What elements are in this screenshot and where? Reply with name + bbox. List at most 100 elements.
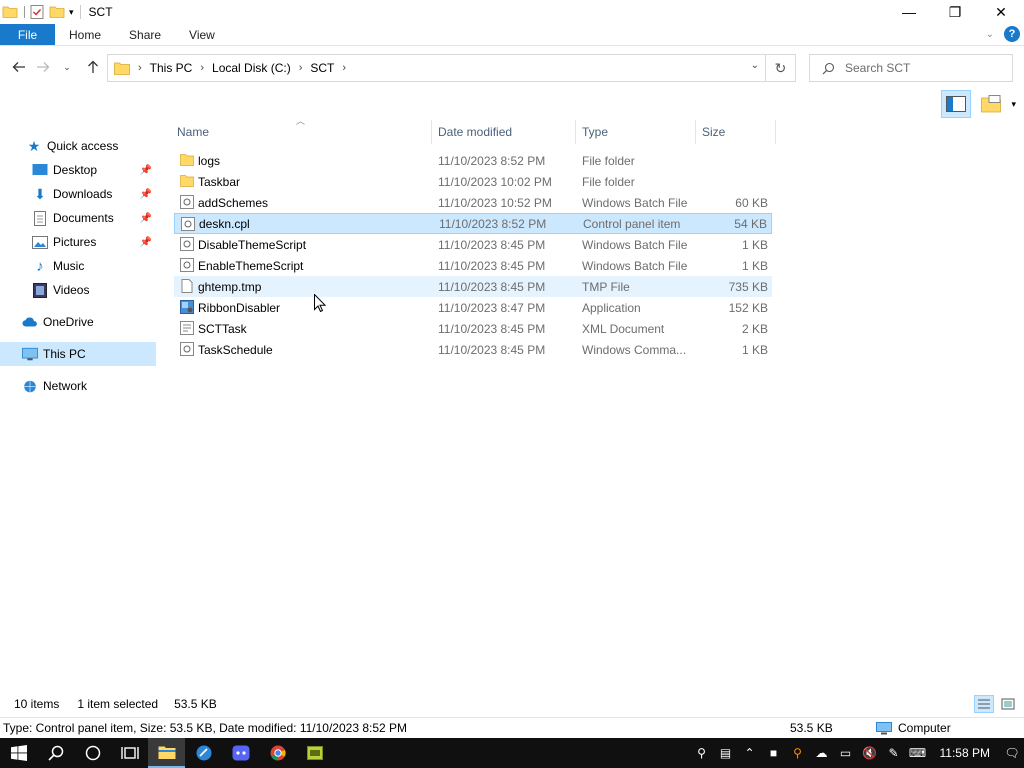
taskbar-discord[interactable]	[222, 738, 259, 768]
chevron-up-icon[interactable]: ⌃	[738, 738, 762, 768]
file-date: 11/10/2023 8:45 PM	[438, 279, 546, 294]
file-date: 11/10/2023 8:45 PM	[438, 342, 546, 357]
preview-pane-button[interactable]	[941, 90, 972, 118]
breadcrumb-local-disk[interactable]: Local Disk (C:)	[212, 61, 291, 75]
volume-muted-icon[interactable]: 🔇	[858, 738, 882, 768]
table-row[interactable]: RibbonDisabler 11/10/2023 8:47 PM Applicat…	[174, 297, 772, 318]
start-button[interactable]	[0, 738, 37, 768]
people-icon[interactable]: ⚲	[690, 738, 714, 768]
maximize-button[interactable]: ❐	[932, 0, 978, 24]
sidebar-item-this-pc[interactable]: This PC	[0, 342, 156, 366]
details-size: 53.5 KB	[790, 721, 833, 735]
forward-button[interactable]	[32, 56, 54, 78]
tray-app-icon[interactable]: ■	[762, 738, 786, 768]
taskbar-browser[interactable]	[185, 738, 222, 768]
column-header-date[interactable]: Date modified	[432, 120, 576, 144]
breadcrumb-this-pc[interactable]: This PC	[150, 61, 193, 75]
back-button[interactable]	[8, 56, 30, 78]
properties-icon[interactable]	[29, 4, 45, 20]
table-row[interactable]: TaskSchedule 11/10/2023 8:45 PM Windows Co…	[174, 339, 772, 360]
table-row[interactable]: DisableThemeScript 11/10/2023 8:45 PM Wind…	[174, 234, 772, 255]
network-status-icon[interactable]: ▭	[834, 738, 858, 768]
table-row[interactable]: logs 11/10/2023 8:52 PM File folder	[174, 150, 772, 171]
column-header-name[interactable]: Name	[171, 120, 432, 144]
sidebar-item-videos[interactable]: Videos	[0, 278, 156, 302]
tab-share[interactable]: Share	[115, 24, 175, 45]
file-name: DisableThemeScript	[198, 237, 307, 252]
cortana-button[interactable]	[74, 738, 111, 768]
touch-keyboard-icon[interactable]: ⌨	[906, 738, 930, 768]
chrome-icon	[270, 745, 286, 761]
details-view-button[interactable]	[974, 695, 994, 713]
search-input[interactable]: Search SCT	[809, 54, 1013, 82]
pin-icon[interactable]: 📌	[140, 165, 152, 176]
table-row[interactable]: ghtemp.tmp 11/10/2023 8:45 PM TMP File 735 …	[174, 276, 772, 297]
sidebar-item-documents[interactable]: Documents 📌	[0, 206, 156, 230]
pin-icon[interactable]: 📌	[140, 237, 152, 248]
up-button[interactable]	[82, 56, 104, 78]
sidebar-item-label: This PC	[43, 347, 86, 361]
table-row[interactable]: EnableThemeScript 11/10/2023 8:45 PM Windo…	[174, 255, 772, 276]
table-row[interactable]: addSchemes 11/10/2023 10:52 PM Windows Bat…	[174, 192, 772, 213]
chevron-right-icon[interactable]: ›	[138, 62, 142, 74]
tab-view[interactable]: View	[175, 24, 229, 45]
sidebar-item-onedrive[interactable]: OneDrive	[0, 310, 156, 334]
tray-cloud-icon[interactable]: ☁	[810, 738, 834, 768]
picture-icon	[32, 234, 48, 250]
customize-toolbar-dropdown[interactable]: ▾	[69, 7, 74, 18]
column-header-type[interactable]: Type	[576, 120, 696, 144]
file-type: Windows Batch File	[582, 195, 688, 210]
tab-file[interactable]: File	[0, 24, 55, 45]
breadcrumb-sct[interactable]: SCT	[310, 61, 334, 75]
address-bar[interactable]: › This PC › Local Disk (C:) › SCT › ⌄ ↻	[107, 54, 796, 82]
change-view-icon[interactable]	[981, 95, 1002, 113]
sidebar-item-downloads[interactable]: ⬇ Downloads 📌	[0, 182, 156, 206]
sidebar-item-pictures[interactable]: Pictures 📌	[0, 230, 156, 254]
task-view-button[interactable]	[111, 738, 148, 768]
taskbar-file-explorer[interactable]	[148, 738, 185, 768]
refresh-button[interactable]: ↻	[765, 55, 795, 81]
chevron-right-icon[interactable]: ›	[200, 62, 204, 74]
close-button[interactable]: ✕	[978, 0, 1024, 24]
recent-locations-dropdown[interactable]: ⌄	[60, 56, 74, 78]
details-text: Type: Control panel item, Size: 53.5 KB,…	[3, 721, 408, 735]
sidebar-item-network[interactable]: Network	[0, 374, 156, 398]
file-size: 152 KB	[728, 300, 768, 315]
view-dropdown-icon[interactable]: ▾	[1011, 99, 1016, 110]
file-date: 11/10/2023 8:52 PM	[439, 216, 547, 231]
sidebar-item-label: Network	[43, 379, 88, 393]
column-header-size[interactable]: Size	[696, 120, 776, 144]
table-row[interactable]: deskn.cpl 11/10/2023 8:52 PM Control panel…	[174, 213, 772, 234]
chevron-right-icon[interactable]: ›	[342, 62, 346, 74]
new-folder-icon[interactable]	[49, 4, 65, 20]
arrow-right-icon	[37, 62, 50, 72]
tray-search-tool-icon[interactable]: ⚲	[786, 738, 810, 768]
help-icon[interactable]: ?	[1004, 26, 1020, 42]
table-row[interactable]: SCTTask 11/10/2023 8:45 PM XML Document 2 K…	[174, 318, 772, 339]
taskbar-app[interactable]	[296, 738, 333, 768]
tab-home[interactable]: Home	[55, 24, 115, 45]
taskbar-chrome[interactable]	[259, 738, 296, 768]
pen-icon[interactable]: ✎	[882, 738, 906, 768]
keyboard-layout-icon[interactable]: ▤	[714, 738, 738, 768]
cpl-file-icon	[181, 217, 195, 231]
batch-file-icon	[180, 237, 194, 251]
search-button[interactable]	[37, 738, 74, 768]
pin-icon[interactable]: 📌	[140, 189, 152, 200]
large-icons-view-button[interactable]	[998, 695, 1018, 713]
taskbar-clock[interactable]: 11:58 PM	[930, 746, 1000, 760]
address-dropdown-icon[interactable]: ⌄	[751, 60, 759, 71]
minimize-button[interactable]: —	[886, 0, 932, 24]
chevron-right-icon[interactable]: ›	[299, 62, 303, 74]
notifications-icon[interactable]: 🗨	[1000, 738, 1024, 768]
address-row: ⌄ › This PC › Local Disk (C:) › SCT › ⌄ …	[0, 52, 1024, 82]
sidebar-item-desktop[interactable]: Desktop 📌	[0, 158, 156, 182]
folder-icon[interactable]	[2, 4, 18, 20]
file-type: Windows Batch File	[582, 237, 688, 252]
sidebar-item-music[interactable]: ♪ Music	[0, 254, 156, 278]
expand-ribbon-icon[interactable]: ⌄	[986, 29, 994, 40]
pin-icon[interactable]: 📌	[140, 213, 152, 224]
sidebar-item-quick-access[interactable]: ★ Quick access	[0, 134, 156, 158]
table-row[interactable]: Taskbar 11/10/2023 10:02 PM File folder	[174, 171, 772, 192]
layout-buttons	[974, 695, 1018, 713]
